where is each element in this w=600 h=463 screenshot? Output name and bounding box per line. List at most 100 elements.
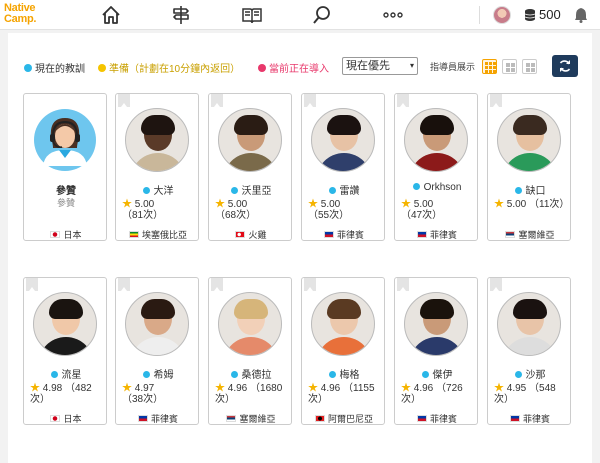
teacher-name-text: 沙那 <box>525 370 546 381</box>
user-avatar[interactable] <box>493 6 511 24</box>
bookmark-icon[interactable] <box>490 278 502 291</box>
teacher-rating: ★ 4.96 （1155次） <box>308 383 384 405</box>
teacher-country: 菲律賓 <box>116 412 200 425</box>
teacher-card[interactable]: 雷讚 ★ 5.00 （55次） 菲律賓 <box>301 93 385 241</box>
bookmark-icon[interactable] <box>211 278 223 291</box>
top-navigation-bar: Native Camp. 500 <box>0 0 600 30</box>
rating-value: 4.95 <box>506 383 527 394</box>
teacher-subtitle: 參贊 <box>56 198 75 208</box>
star-icon: ★ <box>308 383 318 394</box>
book-icon[interactable] <box>241 4 263 26</box>
jp-flag-icon <box>50 231 61 238</box>
teacher-name: 沙那 <box>488 366 572 381</box>
star-icon: ★ <box>122 199 132 210</box>
teacher-card[interactable]: 桑德拉 ★ 4.96 （1680次） 塞爾維亞 <box>208 277 292 425</box>
teacher-country: 阿爾巴尼亞 <box>302 412 386 425</box>
teacher-card[interactable]: 流星 ★ 4.98 （482次） 日本 <box>23 277 107 425</box>
teacher-card[interactable]: 傑伊 ★ 4.96 （726次） 菲律賓 <box>394 277 478 425</box>
ph-flag-icon <box>416 231 427 238</box>
bell-icon[interactable] <box>574 7 588 23</box>
refresh-button[interactable] <box>552 55 578 77</box>
teacher-photo <box>218 108 282 172</box>
teacher-card[interactable]: 參贊 參贊 日本 <box>23 93 107 241</box>
country-name: 阿爾巴尼亞 <box>327 414 373 424</box>
teacher-card[interactable]: 梅格 ★ 4.96 （1155次） 阿爾巴尼亞 <box>301 277 385 425</box>
legend-preparing: 準備（計劃在10分鐘內返回） <box>98 60 240 75</box>
tr-flag-icon <box>235 231 246 238</box>
rating-value: 5.00 <box>506 199 527 210</box>
rating-value: 5.00 <box>413 199 434 210</box>
lesson-count: （68次） <box>215 210 257 221</box>
medium-view-button[interactable] <box>502 59 517 74</box>
logo-line-2: Camp. <box>4 13 37 25</box>
star-icon: ★ <box>215 199 225 210</box>
teacher-photo <box>33 108 97 172</box>
teacher-rating: ★ 5.00 （68次） <box>215 199 291 221</box>
teacher-rating: ★ 5.00 （11次） <box>494 199 570 210</box>
teacher-country: 日本 <box>24 412 108 425</box>
lesson-count: （1155次） <box>308 383 375 405</box>
ph-flag-icon <box>137 415 148 422</box>
online-status-dot-icon <box>328 187 336 194</box>
teacher-card[interactable]: 缺口 ★ 5.00 （11次） 塞爾維亞 <box>487 93 571 241</box>
preparing-dot-icon <box>98 64 106 72</box>
teacher-name: 流星 <box>24 366 108 381</box>
teacher-card[interactable]: Orkhson ★ 5.00 （47次） 菲律賓 <box>394 93 478 241</box>
bookmark-icon[interactable] <box>397 94 409 107</box>
country-name: 埃塞俄比亞 <box>141 230 187 240</box>
teacher-list-panel: 現在的教訓 準備（計劃在10分鐘內返回） 當前正在導入 現在優先 ▾ 指導員展示 <box>8 33 592 463</box>
lesson-count: （38次） <box>122 394 164 405</box>
nav-divider <box>479 6 480 24</box>
teacher-name: 大洋 <box>116 182 200 197</box>
bookmark-icon[interactable] <box>304 94 316 107</box>
teacher-photo <box>125 108 189 172</box>
teacher-name: Orkhson <box>395 182 479 193</box>
rating-value: 5.00 <box>134 199 155 210</box>
online-status-dot-icon <box>50 371 58 378</box>
online-status-dot-icon <box>514 371 522 378</box>
teacher-name-text: 桑德拉 <box>241 370 272 381</box>
bookmark-icon[interactable] <box>304 278 316 291</box>
signpost-icon[interactable] <box>170 4 192 26</box>
teacher-country: 菲律賓 <box>488 412 572 425</box>
star-icon: ★ <box>122 383 132 394</box>
home-icon[interactable] <box>100 4 122 26</box>
list-view-button[interactable] <box>522 59 537 74</box>
rs-flag-icon <box>226 415 237 422</box>
search-icon[interactable] <box>311 4 333 26</box>
teacher-country: 火雞 <box>209 228 293 241</box>
lesson-count: （55次） <box>308 210 350 221</box>
bookmark-icon[interactable] <box>118 94 130 107</box>
native-camp-logo[interactable]: Native Camp. <box>4 3 48 25</box>
teacher-name: 沃里亞 <box>209 182 293 197</box>
teacher-name-text: Orkhson <box>423 182 462 193</box>
legend-available: 現在的教訓 <box>24 60 85 75</box>
grid-view-button[interactable] <box>482 59 497 74</box>
teacher-photo <box>497 292 561 356</box>
online-status-dot-icon <box>412 183 420 190</box>
star-icon: ★ <box>401 199 411 210</box>
teacher-card[interactable]: 沙那 ★ 4.95 （548次） 菲律賓 <box>487 277 571 425</box>
teacher-country: 塞爾維亞 <box>488 228 572 241</box>
teacher-card[interactable]: 沃里亞 ★ 5.00 （68次） 火雞 <box>208 93 292 241</box>
rating-value: 4.96 <box>320 383 341 394</box>
star-icon: ★ <box>215 383 225 394</box>
bookmark-icon[interactable] <box>211 94 223 107</box>
teacher-name: 雷讚 <box>302 182 386 197</box>
teacher-name: 希姆 <box>116 366 200 381</box>
coin-stack-icon <box>524 9 536 21</box>
bookmark-icon[interactable] <box>26 278 38 291</box>
more-icon[interactable] <box>382 4 404 26</box>
sort-select[interactable]: 現在優先 ▾ <box>342 57 418 75</box>
rating-value: 4.97 <box>134 383 155 394</box>
bookmark-icon[interactable] <box>118 278 130 291</box>
sort-select-value: 現在優先 <box>346 60 390 72</box>
legend-in-lesson: 當前正在導入 <box>258 60 329 75</box>
teacher-photo <box>311 108 375 172</box>
legend-available-label: 現在的教訓 <box>35 64 85 75</box>
bookmark-icon[interactable] <box>397 278 409 291</box>
teacher-card[interactable]: 希姆 ★ 4.97 （38次） 菲律賓 <box>115 277 199 425</box>
legend-preparing-label: 準備（計劃在10分鐘內返回） <box>109 64 241 75</box>
bookmark-icon[interactable] <box>490 94 502 107</box>
teacher-card[interactable]: 大洋 ★ 5.00 （81次） 埃塞俄比亞 <box>115 93 199 241</box>
